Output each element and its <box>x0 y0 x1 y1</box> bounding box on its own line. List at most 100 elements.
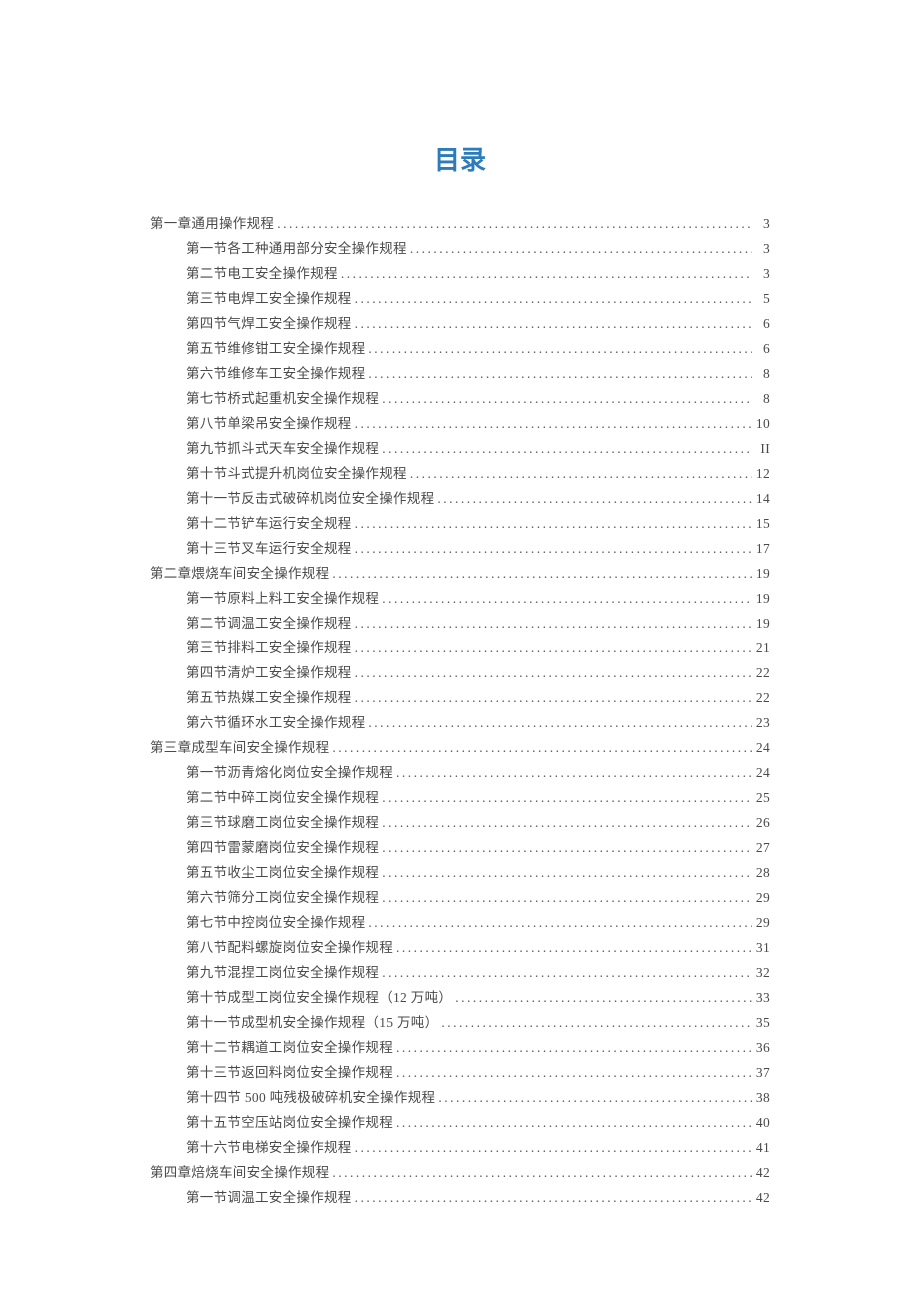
toc-entry[interactable]: 第十一节反击式破碎机岗位安全操作规程14 <box>150 487 770 512</box>
toc-entry[interactable]: 第十三节叉车运行安全规程17 <box>150 537 770 562</box>
toc-leader-dots <box>407 237 752 262</box>
toc-entry-text: 第十六节电梯安全操作规程 <box>186 1136 352 1161</box>
toc-entry[interactable]: 第六节循环水工安全操作规程23 <box>150 711 770 736</box>
toc-leader-dots <box>352 1136 752 1161</box>
toc-entry-text: 第八节单梁吊安全操作规程 <box>186 412 352 437</box>
toc-entry[interactable]: 第十节成型工岗位安全操作规程（12 万吨）33 <box>150 986 770 1011</box>
toc-entry[interactable]: 第十一节成型机安全操作规程（15 万吨）35 <box>150 1011 770 1036</box>
toc-leader-dots <box>352 686 752 711</box>
toc-entry[interactable]: 第五节维修钳工安全操作规程6 <box>150 337 770 362</box>
toc-entry-page: 40 <box>752 1111 770 1136</box>
toc-leader-dots <box>365 711 752 736</box>
toc-leader-dots <box>338 262 752 287</box>
toc-entry-text: 第十一节反击式破碎机岗位安全操作规程 <box>186 487 434 512</box>
toc-entry[interactable]: 第二节电工安全操作规程3 <box>150 262 770 287</box>
toc-leader-dots <box>379 387 752 412</box>
toc-entry[interactable]: 第一节各工种通用部分安全操作规程3 <box>150 237 770 262</box>
toc-entry[interactable]: 第四节清炉工安全操作规程22 <box>150 661 770 686</box>
toc-entry-page: 42 <box>752 1161 770 1186</box>
toc-entry[interactable]: 第二章煨烧车间安全操作规程19 <box>150 562 770 587</box>
toc-entry[interactable]: 第七节桥式起重机安全操作规程8 <box>150 387 770 412</box>
toc-entry[interactable]: 第三节排料工安全操作规程 21 <box>150 636 770 661</box>
toc-entry[interactable]: 第六节维修车工安全操作规程8 <box>150 362 770 387</box>
toc-entry-text: 第一章通用操作规程 <box>150 212 274 237</box>
toc-leader-dots <box>379 886 752 911</box>
toc-leader-dots <box>352 512 752 537</box>
toc-entry-page: 6 <box>752 312 770 337</box>
toc-leader-dots <box>352 636 752 661</box>
toc-entry[interactable]: 第三节电焊工安全操作规程5 <box>150 287 770 312</box>
toc-entry-text: 第四节清炉工安全操作规程 <box>186 661 352 686</box>
toc-entry[interactable]: 第七节中控岗位安全操作规程29 <box>150 911 770 936</box>
toc-leader-dots <box>352 1186 752 1211</box>
toc-leader-dots <box>435 1086 752 1111</box>
toc-entry[interactable]: 第十五节空压站岗位安全操作规程40 <box>150 1111 770 1136</box>
toc-entry[interactable]: 第二节中碎工岗位安全操作规程 25 <box>150 786 770 811</box>
toc-leader-dots <box>329 736 752 761</box>
toc-entry[interactable]: 第六节筛分工岗位安全操作规程29 <box>150 886 770 911</box>
toc-leader-dots <box>379 861 752 886</box>
toc-leader-dots <box>365 337 752 362</box>
toc-entry-page: 22 <box>752 686 770 711</box>
toc-entry[interactable]: 第八节单梁吊安全操作规程10 <box>150 412 770 437</box>
toc-entry[interactable]: 第一节调温工安全操作规程42 <box>150 1186 770 1211</box>
toc-entry-text: 第四章焙烧车间安全操作规程 <box>150 1161 329 1186</box>
toc-entry-text: 第二节电工安全操作规程 <box>186 262 338 287</box>
toc-entry-page: 24 <box>752 761 770 786</box>
toc-entry-page: 41 <box>752 1136 770 1161</box>
toc-entry[interactable]: 第一节原料上料工安全操作规程19 <box>150 587 770 612</box>
toc-entry[interactable]: 第五节收尘工岗位安全操作规程28 <box>150 861 770 886</box>
toc-entry[interactable]: 第四节气焊工安全操作规程 6 <box>150 312 770 337</box>
toc-leader-dots <box>274 212 752 237</box>
toc-entry[interactable]: 第三章成型车间安全操作规程 24 <box>150 736 770 761</box>
toc-entry[interactable]: 第十四节 500 吨残极破碎机安全操作规程38 <box>150 1086 770 1111</box>
toc-entry-page: 24 <box>752 736 770 761</box>
toc-title: 目录 <box>150 140 770 177</box>
toc-entry-text: 第十三节叉车运行安全规程 <box>186 537 352 562</box>
toc-entry-text: 第一节沥青熔化岗位安全操作规程 <box>186 761 393 786</box>
toc-entry-text: 第三章成型车间安全操作规程 <box>150 736 329 761</box>
toc-entry[interactable]: 第九节抓斗式天车安全操作规程II <box>150 437 770 462</box>
toc-entry[interactable]: 第十二节耦道工岗位安全操作规程 36 <box>150 1036 770 1061</box>
toc-entry-page: 32 <box>752 961 770 986</box>
toc-leader-dots <box>352 612 752 637</box>
toc-entry[interactable]: 第一章通用操作规程3 <box>150 212 770 237</box>
toc-entry[interactable]: 第九节混捏工岗位安全操作规程32 <box>150 961 770 986</box>
toc-entry[interactable]: 第一节沥青熔化岗位安全操作规程 24 <box>150 761 770 786</box>
toc-entry-text: 第三节球磨工岗位安全操作规程 <box>186 811 379 836</box>
toc-entry-page: 19 <box>752 612 770 637</box>
toc-entry-text: 第七节中控岗位安全操作规程 <box>186 911 365 936</box>
toc-entry-page: 36 <box>752 1036 770 1061</box>
toc-entry-text: 第十二节耦道工岗位安全操作规程 <box>186 1036 393 1061</box>
toc-entry-text: 第三节排料工安全操作规程 <box>186 636 352 661</box>
toc-entry-text: 第二节中碎工岗位安全操作规程 <box>186 786 379 811</box>
toc-container: 第一章通用操作规程3第一节各工种通用部分安全操作规程3第二节电工安全操作规程3第… <box>150 212 770 1211</box>
toc-entry[interactable]: 第五节热媒工安全操作规程22 <box>150 686 770 711</box>
toc-entry-page: 37 <box>752 1061 770 1086</box>
toc-entry[interactable]: 第十三节返回料岗位安全操作规程37 <box>150 1061 770 1086</box>
toc-entry-page: 42 <box>752 1186 770 1211</box>
toc-entry-text: 第十四节 500 吨残极破碎机安全操作规程 <box>186 1086 435 1111</box>
toc-entry-page: 12 <box>752 462 770 487</box>
toc-entry[interactable]: 第四节雷蒙磨岗位安全操作规程27 <box>150 836 770 861</box>
toc-entry[interactable]: 第八节配料螺旋岗位安全操作规程31 <box>150 936 770 961</box>
toc-entry[interactable]: 第三节球磨工岗位安全操作规程26 <box>150 811 770 836</box>
toc-leader-dots <box>352 412 752 437</box>
toc-leader-dots <box>379 587 752 612</box>
toc-leader-dots <box>393 761 752 786</box>
toc-leader-dots <box>365 362 752 387</box>
toc-entry-text: 第四节气焊工安全操作规程 <box>186 312 352 337</box>
toc-entry-page: II <box>752 437 770 462</box>
toc-entry[interactable]: 第二节调温工安全操作规程19 <box>150 612 770 637</box>
toc-entry-page: 27 <box>752 836 770 861</box>
toc-entry[interactable]: 第十二节铲车运行安全规程15 <box>150 512 770 537</box>
toc-entry[interactable]: 第十节斗式提升机岗位安全操作规程12 <box>150 462 770 487</box>
toc-entry-page: 33 <box>752 986 770 1011</box>
toc-entry-page: 25 <box>752 786 770 811</box>
toc-entry[interactable]: 第四章焙烧车间安全操作规程 42 <box>150 1161 770 1186</box>
toc-leader-dots <box>407 462 752 487</box>
toc-entry-page: 21 <box>752 636 770 661</box>
toc-entry[interactable]: 第十六节电梯安全操作规程 41 <box>150 1136 770 1161</box>
toc-leader-dots <box>393 1036 752 1061</box>
toc-entry-text: 第十二节铲车运行安全规程 <box>186 512 352 537</box>
